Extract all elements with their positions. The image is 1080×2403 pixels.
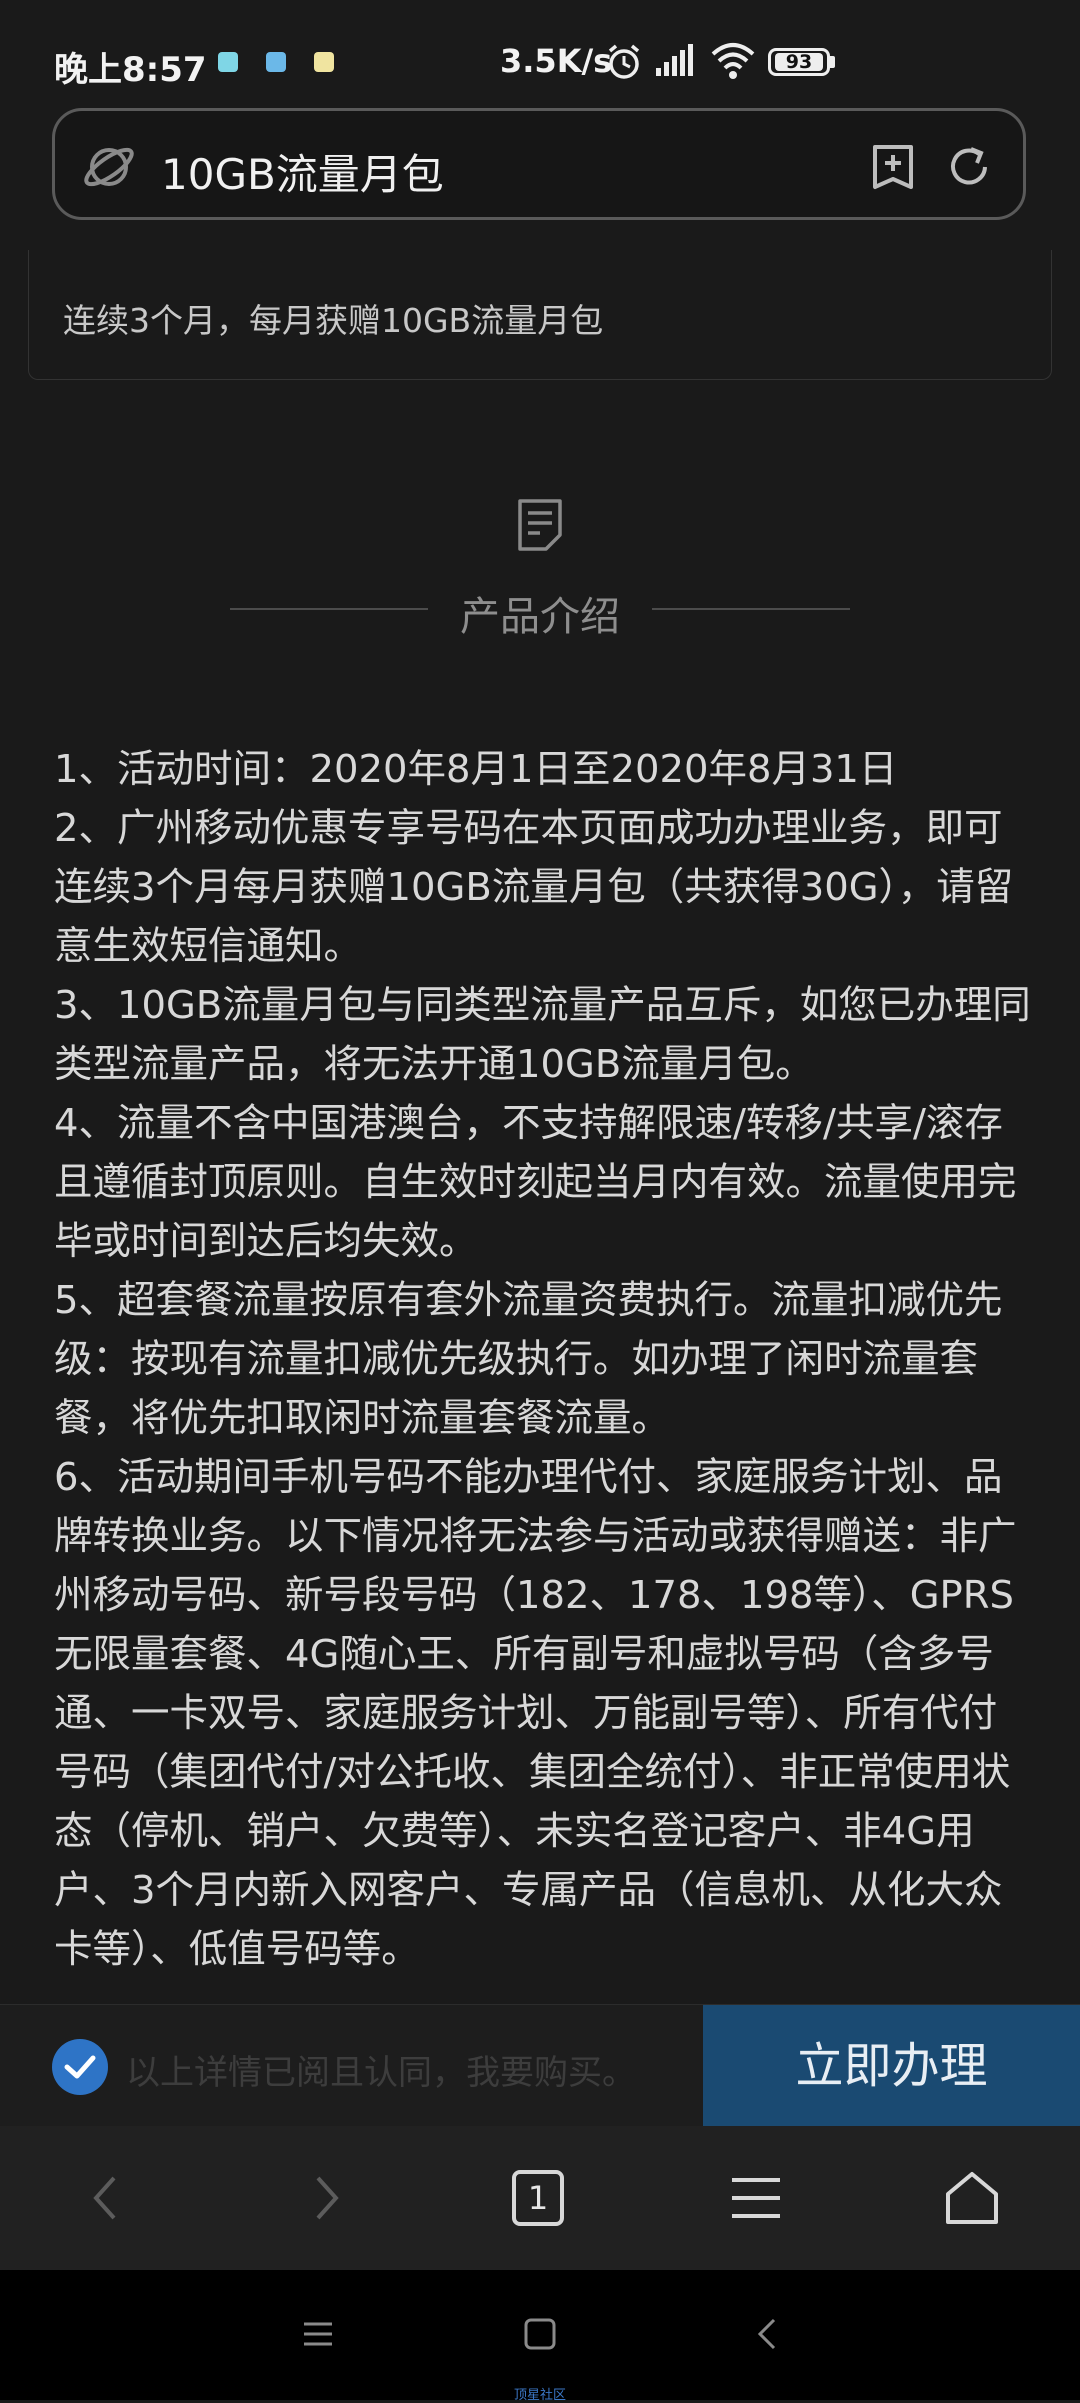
intro-item: 1、活动时间：2020年8月1日至2020年8月31日 [54, 747, 898, 792]
notification-icon-3 [314, 52, 334, 72]
agree-label[interactable]: 以上详情已阅且认同，我要购买。 [126, 2045, 636, 2094]
signal-icon [656, 44, 693, 76]
document-icon [518, 499, 562, 551]
apply-now-button[interactable]: 立即办理 [703, 2005, 1080, 2127]
url-text[interactable]: 10GB流量月包 [161, 141, 444, 202]
offer-description: 连续3个月，每月获赠10GB流量月包 [63, 301, 604, 340]
notification-icon-1 [218, 52, 238, 72]
intro-item: 6、活动期间手机号码不能办理代付、家庭服务计划、品牌转换业务。以下情况将无法参与… [54, 1455, 1017, 1972]
network-speed: 3.5K/s [500, 42, 613, 80]
watermark: 顶星社区 [513, 2388, 566, 2403]
home-nav-icon[interactable] [522, 2316, 558, 2352]
wifi-icon [711, 43, 755, 79]
intro-item: 4、流量不含中国港澳台，不支持解限速/转移/共享/滚存且遵循封顶原则。自生效时刻… [54, 1101, 1017, 1264]
address-bar[interactable]: 10GB流量月包 [52, 108, 1026, 220]
intro-item: 5、超套餐流量按原有套外流量资费执行。流量扣减优先级：按现有流量扣减优先级执行。… [54, 1278, 1003, 1441]
battery-level: 93 [775, 53, 823, 72]
notification-icon-2 [266, 52, 286, 72]
recent-apps-icon[interactable] [300, 2316, 336, 2352]
agree-checkbox[interactable] [52, 2039, 108, 2095]
status-bar: 晚上8:57 3.5K/s 93 [0, 0, 1080, 100]
intro-item: 2、广州移动优惠专享号码在本页面成功办理业务，即可连续3个月每月获赠10GB流量… [54, 806, 1014, 969]
add-bookmark-icon[interactable] [865, 139, 921, 195]
back-icon[interactable] [76, 2168, 136, 2228]
clock: 晚上8:57 [54, 50, 207, 90]
alarm-icon [608, 44, 640, 79]
intro-item: 3、10GB流量月包与同类型流量产品互斥，如您已办理同类型流量产品，将无法开通1… [54, 983, 1031, 1087]
product-intro: 1、活动时间：2020年8月1日至2020年8月31日 2、广州移动优惠专享号码… [54, 740, 1034, 1979]
section-title: 产品介绍 [460, 594, 620, 640]
home-icon[interactable] [942, 2168, 1002, 2228]
system-nav-bar [0, 2270, 1080, 2400]
battery-tip [830, 56, 835, 68]
checkmark-icon [64, 2055, 96, 2079]
browser-toolbar: 1 [0, 2126, 1080, 2270]
menu-icon[interactable] [726, 2168, 786, 2228]
tabs-button[interactable]: 1 [512, 2170, 564, 2226]
forward-icon[interactable] [296, 2168, 356, 2228]
offer-card: 连续3个月，每月获赠10GB流量月包 [28, 250, 1052, 380]
purchase-bar: 以上详情已阅且认同，我要购买。 立即办理 [0, 2004, 1080, 2127]
back-nav-icon[interactable] [750, 2316, 786, 2352]
refresh-icon[interactable] [941, 139, 997, 195]
battery-icon: 93 [768, 48, 830, 76]
planet-icon [84, 147, 134, 187]
